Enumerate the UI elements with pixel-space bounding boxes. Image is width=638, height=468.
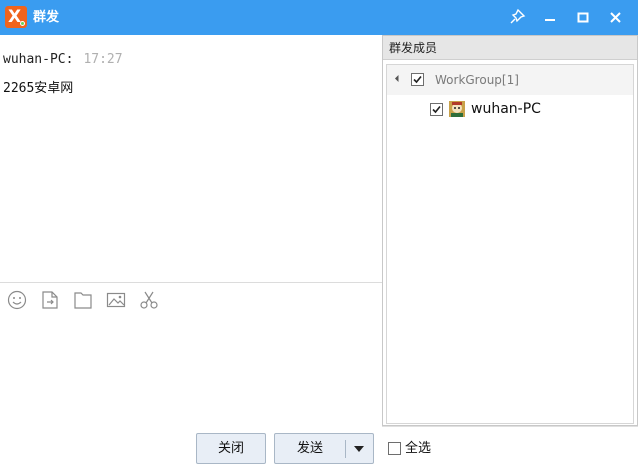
send-button-label: 发送 [296,441,323,456]
chat-message-area[interactable]: wuhan-PC: 17:27 2265安卓网 [0,35,382,282]
send-button[interactable]: 发送 [274,433,374,464]
members-tree[interactable]: WorkGroup[1] wuhan-PC [386,64,634,424]
minimize-icon[interactable] [538,5,562,29]
member-checkbox[interactable] [430,103,443,116]
member-avatar-icon [449,101,465,117]
scissors-icon[interactable] [139,290,159,310]
folder-icon[interactable] [73,290,93,310]
expand-arrow-icon[interactable] [394,74,403,83]
member-label: wuhan-PC [471,101,541,117]
send-options-dropdown-icon[interactable] [354,446,364,452]
window-title: 群发 [33,10,60,25]
maximize-icon[interactable] [571,5,595,29]
message-text: 2265安卓网 [3,81,74,96]
close-button[interactable]: 关闭 [196,433,266,464]
members-title: 群发成员 [389,41,438,55]
group-checkbox[interactable] [411,73,424,86]
emoji-icon[interactable] [7,290,27,310]
chat-divider [0,282,382,283]
tree-group-row[interactable]: WorkGroup[1] [387,65,633,95]
message-header: wuhan-PC: 17:27 [3,52,123,68]
message-time: 17:27 [83,52,123,67]
title-bar: X 群发 [0,0,638,35]
tree-member-row[interactable]: wuhan-PC [387,95,633,125]
members-header: 群发成员 [383,36,637,60]
select-all-checkbox[interactable] [388,442,401,455]
message-sender: wuhan-PC: [3,52,74,67]
select-all-label[interactable]: 全选 [405,441,431,457]
members-panel: 群发成员 WorkGroup[1] wuhan-PC [382,35,638,426]
panel-footer-divider [382,426,638,427]
group-label: WorkGroup[1] [435,73,519,87]
image-icon[interactable] [106,290,126,310]
app-logo-icon: X [5,6,27,28]
file-transfer-icon[interactable] [40,290,60,310]
message-input[interactable] [0,316,382,428]
close-icon[interactable] [604,5,628,29]
pin-icon[interactable] [505,5,529,29]
send-button-separator [345,440,346,458]
